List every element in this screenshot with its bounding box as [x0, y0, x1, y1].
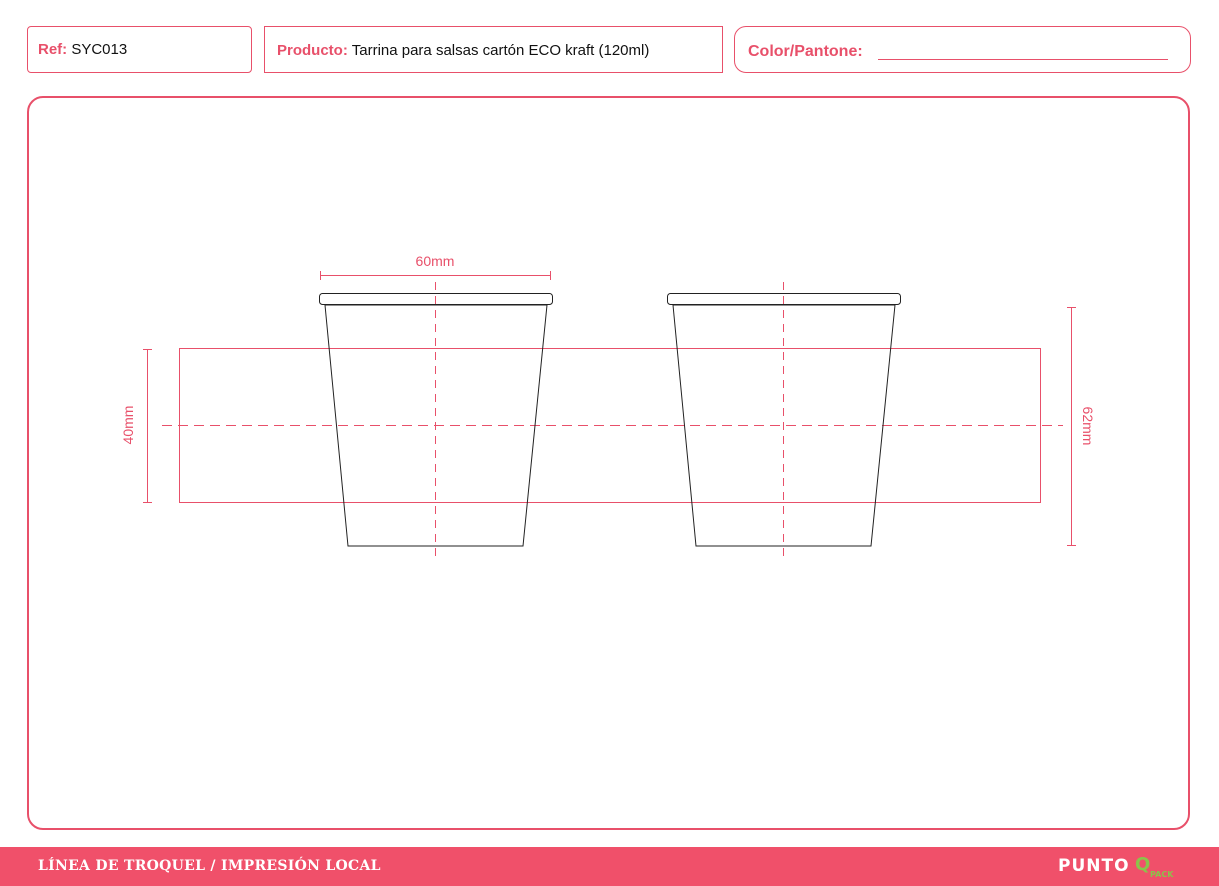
logo-main-text: PUNTO [1058, 856, 1130, 876]
width-dimension: 60mm [320, 253, 551, 280]
cup-right [667, 282, 901, 560]
logo-pack-text: PACK [1150, 870, 1174, 879]
die-line-drawing: 60mm 40mm 62mm [120, 253, 1096, 560]
print-height-dimension: 40mm [120, 349, 152, 503]
width-dimension-label: 60mm [416, 253, 455, 269]
footer-bar: LÍNEA DE TROQUEL / IMPRESIÓN LOCAL PUNTO… [0, 847, 1219, 886]
cup-left [319, 282, 553, 560]
print-height-dimension-label: 40mm [120, 406, 136, 445]
cup-height-dimension: 62mm [1067, 307, 1096, 546]
logo-q-text: Q [1135, 854, 1151, 875]
cup-height-dimension-label: 62mm [1080, 407, 1096, 446]
footer-title: LÍNEA DE TROQUEL / IMPRESIÓN LOCAL [38, 858, 381, 874]
